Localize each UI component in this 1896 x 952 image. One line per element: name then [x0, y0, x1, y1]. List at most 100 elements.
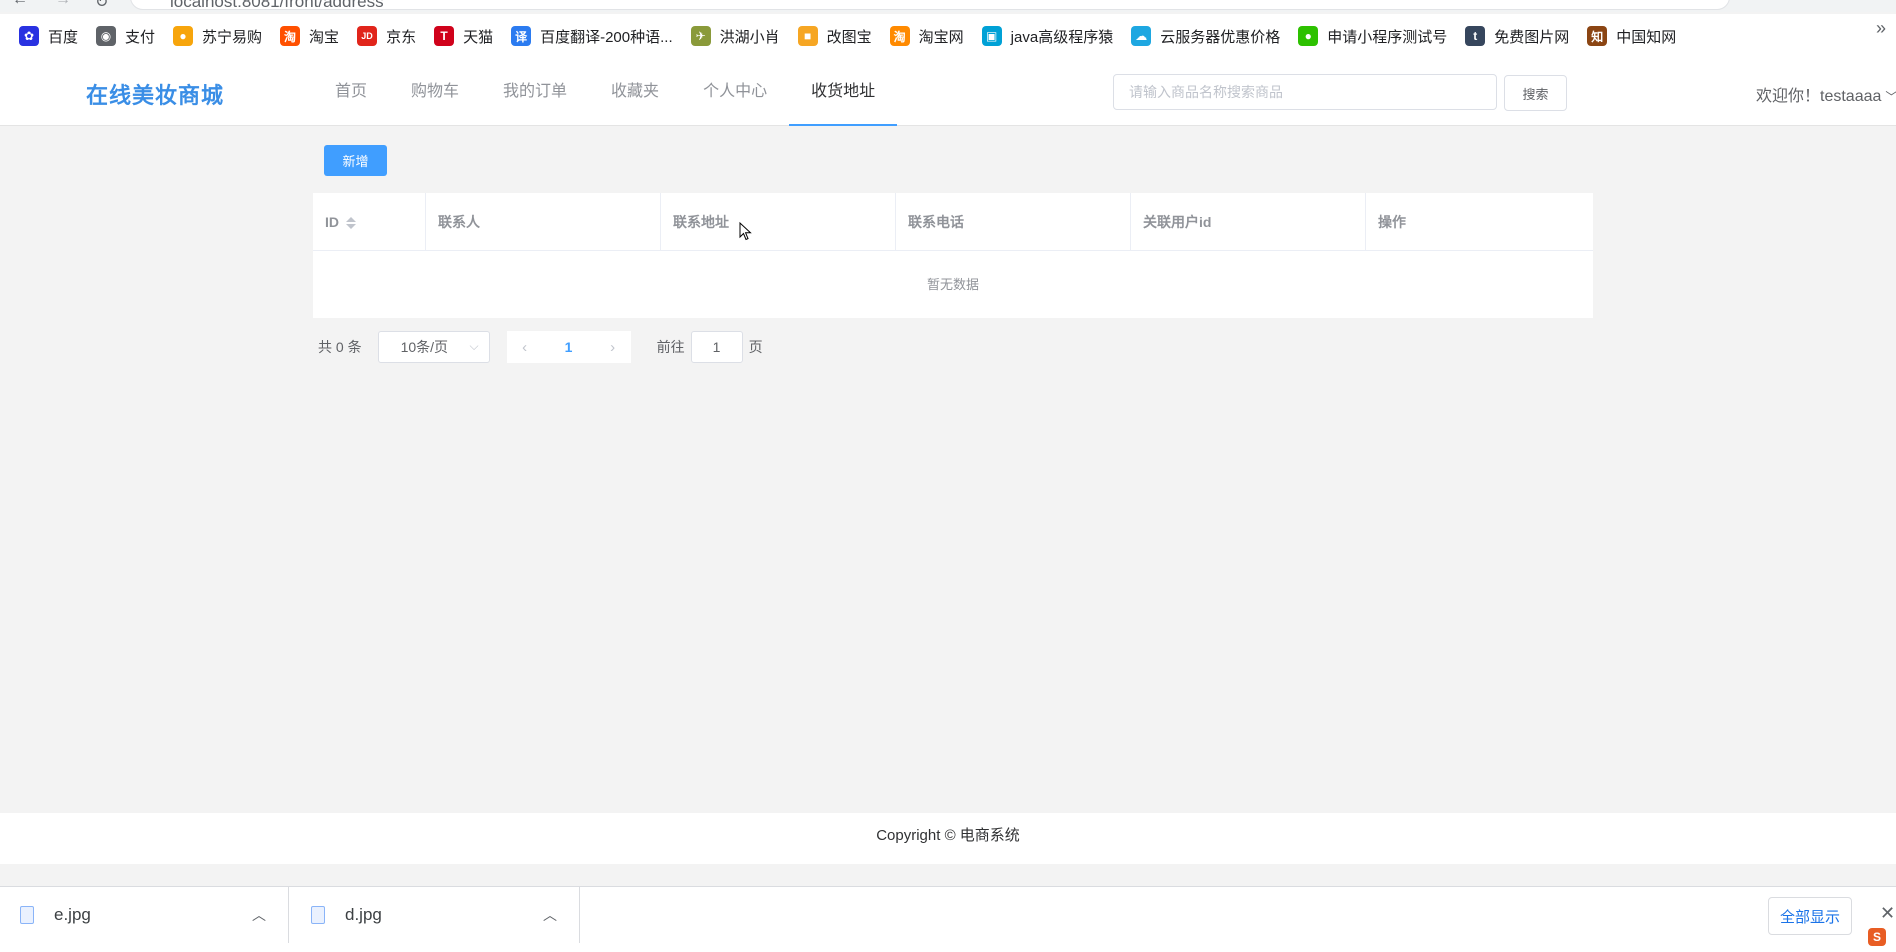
- bookmark-label: java高级程序猿: [1010, 28, 1114, 46]
- close-icon[interactable]: ✕: [1880, 903, 1895, 924]
- main-nav: 首页 购物车 我的订单 收藏夹 个人中心 收货地址: [313, 58, 898, 126]
- suning-lion-icon: ●: [173, 26, 194, 46]
- download-filename: e.jpg: [54, 905, 91, 924]
- download-item[interactable]: d.jpg ︿: [291, 887, 580, 943]
- chevron-up-icon[interactable]: ︿: [543, 905, 557, 925]
- bookmark-item[interactable]: ✈ 洪湖小肖: [682, 20, 789, 52]
- bookmark-label: 百度: [48, 28, 79, 46]
- page-size-select[interactable]: 10条/页 ⌵: [377, 331, 490, 363]
- bookmark-item[interactable]: 译百度翻译-200种语...: [502, 20, 682, 52]
- nav-address[interactable]: 收货地址: [789, 58, 898, 126]
- bookmark-item[interactable]: ■ 改图宝: [789, 20, 881, 52]
- column-actions: 操作: [1378, 214, 1406, 230]
- bookmark-label: 京东: [386, 28, 417, 46]
- bookmarks-overflow-icon[interactable]: »: [1876, 18, 1886, 39]
- bookmark-item[interactable]: ▣ java高级程序猿: [973, 20, 1123, 52]
- bookmark-label: 免费图片网: [1494, 28, 1570, 46]
- sort-icon[interactable]: [346, 217, 356, 230]
- site-header: 在线美妆商城 首页 购物车 我的订单 收藏夹 个人中心 收货地址 搜索 欢迎你！…: [0, 58, 1896, 126]
- bookmark-item[interactable]: ◉ 支付: [87, 20, 164, 52]
- bookmark-item[interactable]: ✿ 百度: [10, 20, 87, 52]
- bookmark-item[interactable]: JD 京东: [348, 20, 425, 52]
- nav-orders[interactable]: 我的订单: [481, 58, 589, 126]
- jd-icon: JD: [357, 26, 378, 46]
- site-footer: Copyright © 电商系统: [0, 813, 1896, 864]
- product-search-input[interactable]: [1113, 74, 1497, 110]
- bookmark-label: 苏宁易购: [202, 28, 263, 46]
- cloud-icon: ☁: [1131, 26, 1152, 46]
- search-button[interactable]: 搜索: [1504, 75, 1567, 111]
- wechat-icon: ●: [1298, 26, 1319, 46]
- page-suffix: 页: [748, 339, 763, 355]
- bookmark-label: 洪湖小肖: [719, 28, 780, 46]
- column-id-label: ID: [325, 214, 339, 230]
- table-header: ID 联系人 联系地址 联系电话 关联用户id 操作: [313, 193, 1593, 251]
- taobao-icon: 淘: [889, 26, 910, 46]
- empty-state-text: 暂无数据: [926, 277, 979, 292]
- bookmark-item[interactable]: ☁ 云服务器优惠价格: [1122, 20, 1289, 52]
- bookmark-label: 支付: [125, 28, 156, 46]
- show-all-downloads-button[interactable]: 全部显示: [1768, 897, 1852, 935]
- globe-icon: ◉: [96, 26, 117, 46]
- column-phone: 联系电话: [896, 193, 1131, 251]
- taobao-icon: 淘: [280, 26, 301, 46]
- add-address-button[interactable]: 新增: [324, 145, 387, 176]
- nav-favorites[interactable]: 收藏夹: [589, 58, 681, 126]
- image-file-icon: [20, 906, 34, 924]
- download-shelf: e.jpg ︿ d.jpg ︿ 全部显示 ✕: [0, 886, 1896, 952]
- total-count: 共 0 条: [318, 339, 362, 355]
- bookmark-item[interactable]: 淘淘宝: [271, 20, 348, 52]
- bookmarks-bar: ✿ 百度 ◉ 支付 ● 苏宁易购淘淘宝 JD 京东 T 天猫译百度翻译-200种语... ✈ 洪湖小肖…: [0, 14, 1896, 58]
- welcome-text: 欢迎你！testaaaa: [1756, 88, 1882, 105]
- url-text[interactable]: localhost:8081/front/address: [170, 0, 384, 12]
- mouse-cursor-icon: [739, 221, 752, 241]
- image-file-icon: [311, 906, 325, 924]
- nav-cart[interactable]: 购物车: [389, 58, 481, 126]
- translate-icon: 译: [511, 26, 532, 46]
- chevron-down-icon: ⌵: [469, 339, 479, 353]
- bookmark-item[interactable]: t 免费图片网: [1456, 20, 1578, 52]
- sogou-ime-icon[interactable]: S: [1868, 928, 1886, 946]
- chevron-up-icon[interactable]: ︿: [252, 905, 266, 925]
- pagination: 共 0 条 10条/页 ⌵ ‹ 1 › 前往 页: [318, 330, 763, 364]
- user-menu[interactable]: 欢迎你！testaaaa﹀: [1756, 82, 1896, 106]
- baidu-paw-icon: ✿: [19, 26, 39, 46]
- nav-profile[interactable]: 个人中心: [681, 58, 789, 126]
- bookmark-item[interactable]: 淘淘宝网: [881, 20, 973, 52]
- nav-home[interactable]: 首页: [313, 58, 389, 126]
- goto-label: 前往: [656, 339, 685, 355]
- back-icon[interactable]: ←: [12, 0, 28, 9]
- tmall-icon: T: [434, 26, 455, 46]
- page-number-current[interactable]: 1: [542, 331, 595, 363]
- chevron-right-icon: ›: [610, 338, 616, 356]
- bookmark-label: 百度翻译-200种语...: [540, 28, 673, 46]
- goto-page-input[interactable]: [690, 331, 743, 363]
- column-id[interactable]: ID: [313, 193, 426, 251]
- bilibili-icon: ▣: [981, 26, 1002, 46]
- page-jumper: 前往 页: [657, 331, 763, 363]
- bookmark-item[interactable]: ● 申请小程序测试号: [1289, 20, 1456, 52]
- tumblr-icon: t: [1465, 26, 1486, 46]
- bookmark-label: 申请小程序测试号: [1327, 28, 1448, 46]
- bird-icon: ✈: [690, 26, 711, 46]
- prev-page-button[interactable]: ‹: [506, 331, 543, 363]
- bookmark-label: 天猫: [463, 28, 494, 46]
- cnki-icon: 知: [1587, 26, 1608, 46]
- column-address: 联系地址: [661, 193, 896, 251]
- bookmark-label: 中国知网: [1616, 28, 1677, 46]
- column-contact: 联系人: [426, 193, 661, 251]
- forward-icon[interactable]: →: [55, 0, 71, 9]
- bookmark-item[interactable]: ● 苏宁易购: [164, 20, 271, 52]
- download-item[interactable]: e.jpg ︿: [0, 887, 289, 943]
- bookmark-label: 淘宝网: [918, 28, 964, 46]
- bookmark-label: 淘宝: [309, 28, 340, 46]
- download-filename: d.jpg: [345, 905, 382, 924]
- chevron-down-icon: ﹀: [1885, 90, 1896, 104]
- refresh-icon[interactable]: ↻: [95, 0, 108, 12]
- bookmark-item[interactable]: T 天猫: [425, 20, 502, 52]
- next-page-button[interactable]: ›: [594, 331, 631, 363]
- site-logo[interactable]: 在线美妆商城: [86, 78, 224, 110]
- bookmark-item[interactable]: 知中国知网: [1578, 20, 1685, 52]
- page-size-value: 10条/页: [400, 339, 449, 355]
- bookmark-label: 改图宝: [826, 28, 872, 46]
